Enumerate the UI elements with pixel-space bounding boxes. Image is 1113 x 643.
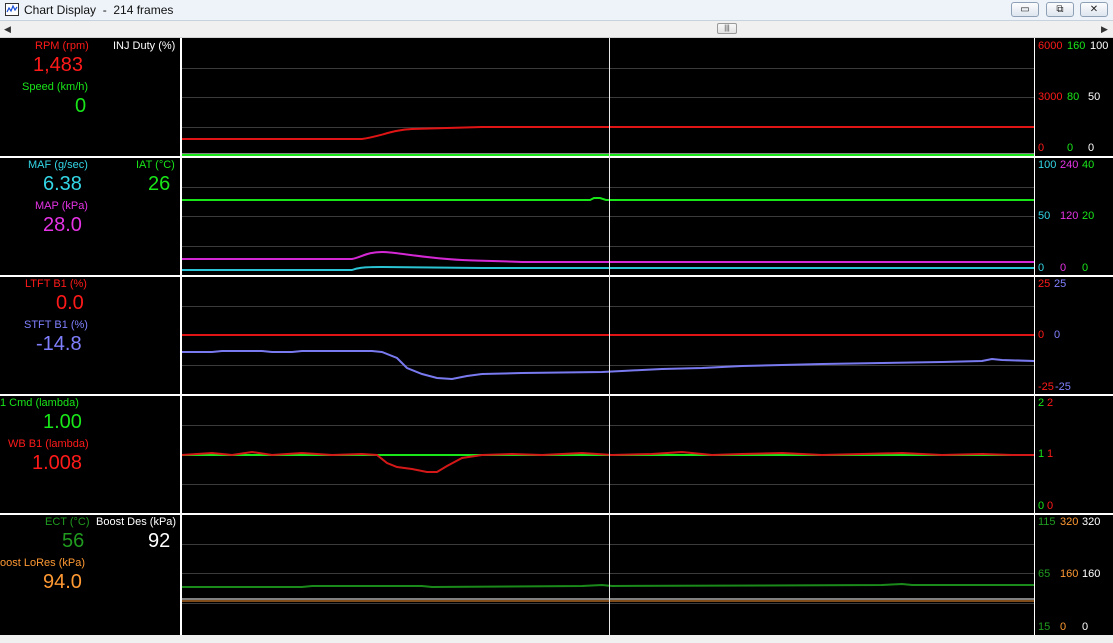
axis-inj-top: 100 <box>1090 40 1109 52</box>
axis-boost-lores-mid: 160 <box>1060 568 1079 580</box>
axis-iat-mid: 20 <box>1082 210 1095 222</box>
axis-map-top: 240 <box>1060 159 1079 171</box>
ect-label: ECT (°C) <box>45 516 90 528</box>
bottom-border <box>0 635 1113 643</box>
window-title: Chart Display - 214 frames <box>24 3 174 17</box>
axis-boost-lores-bottom: 0 <box>1060 621 1067 633</box>
axis-stft-bottom: -25 <box>1055 381 1071 393</box>
axis-ect-bottom: 15 <box>1038 621 1051 633</box>
boost-lores-label: oost LoRes (kPa) <box>0 557 85 569</box>
speed-value: 0 <box>75 95 87 117</box>
rpm-trace <box>182 126 1034 140</box>
axis-maf-mid: 50 <box>1038 210 1051 222</box>
ltft-value: 0.0 <box>56 292 84 314</box>
chart-app-icon <box>5 3 19 16</box>
rpm-label: RPM (rpm) <box>35 40 89 52</box>
minimize-button[interactable]: ▭ <box>1011 2 1039 17</box>
boost-lores-value: 94.0 <box>43 571 82 593</box>
ltft-label: LTFT B1 (%) <box>25 278 87 290</box>
stft-value: -14.8 <box>36 333 82 355</box>
axis-wb-mid: 1 <box>1047 448 1054 460</box>
axis-speed-bottom: 0 <box>1067 142 1074 154</box>
scroll-left-icon[interactable]: ◀ <box>4 24 11 35</box>
axis-map-bottom: 0 <box>1060 262 1067 274</box>
restore-button[interactable]: ⧉ <box>1046 2 1074 17</box>
iat-trace <box>182 197 1034 201</box>
scroll-thumb[interactable]: ||| <box>717 23 737 34</box>
axis-rpm-top: 6000 <box>1038 40 1063 52</box>
axis-wb-top: 2 <box>1047 397 1054 409</box>
stft-trace <box>182 350 1034 381</box>
label-column-divider <box>180 38 182 635</box>
axis-wb-bottom: 0 <box>1047 500 1054 512</box>
wb-b1-label: WB B1 (lambda) <box>8 438 89 450</box>
axis-inj-mid: 50 <box>1088 91 1101 103</box>
map-value: 28.0 <box>43 214 82 236</box>
maf-value: 6.38 <box>43 173 82 195</box>
axis-boost-des-mid: 160 <box>1082 568 1101 580</box>
panel-separator <box>0 156 1113 158</box>
map-trace <box>182 250 1034 263</box>
grip-icon: ||| <box>724 25 730 32</box>
horizontal-scrollbar[interactable]: ◀ ||| ▶ <box>0 21 1113 38</box>
axis-speed-mid: 80 <box>1067 91 1080 103</box>
axis-ltft-bottom: -25 <box>1038 381 1054 393</box>
scroll-right-icon[interactable]: ▶ <box>1101 24 1108 35</box>
axis-maf-top: 100 <box>1038 159 1057 171</box>
minimize-icon: ▭ <box>1020 4 1030 15</box>
title-bar: Chart Display - 214 frames ▭ ⧉ ✕ <box>0 0 1113 21</box>
axis-stft-top: 25 <box>1054 278 1067 290</box>
lambda-cmd-value: 1.00 <box>43 411 82 433</box>
close-button[interactable]: ✕ <box>1080 2 1108 17</box>
axis-map-mid: 120 <box>1060 210 1079 222</box>
axis-lambda-cmd-mid: 1 <box>1038 448 1045 460</box>
axis-rpm-mid: 3000 <box>1038 91 1063 103</box>
ect-trace <box>182 582 1034 589</box>
axis-boost-lores-top: 320 <box>1060 516 1079 528</box>
speed-label: Speed (km/h) <box>22 81 89 93</box>
stft-label: STFT B1 (%) <box>24 319 88 331</box>
iat-value: 26 <box>148 173 171 195</box>
iat-label: IAT (°C) <box>136 159 175 171</box>
plot-traces <box>182 126 1034 602</box>
wb-b1-value: 1.008 <box>32 452 83 474</box>
map-label: MAP (kPa) <box>35 200 88 212</box>
panel-separator <box>0 275 1113 277</box>
panel-separator <box>0 394 1113 396</box>
lambda-cmd-label: 1 Cmd (lambda) <box>0 397 79 409</box>
axis-boost-des-bottom: 0 <box>1082 621 1089 633</box>
time-cursor[interactable] <box>609 38 610 635</box>
inj-duty-label: INJ Duty (%) <box>113 40 176 52</box>
axis-ltft-top: 25 <box>1038 278 1051 290</box>
ect-value: 56 <box>62 530 85 552</box>
axis-ect-top: 115 <box>1038 516 1056 528</box>
axis-maf-bottom: 0 <box>1038 262 1045 274</box>
axis-ect-mid: 65 <box>1038 568 1051 580</box>
maf-trace <box>182 265 1034 271</box>
axis-boost-des-top: 320 <box>1082 516 1101 528</box>
axis-lambda-cmd-bottom: 0 <box>1038 500 1045 512</box>
axis-iat-bottom: 0 <box>1082 262 1089 274</box>
axis-ltft-mid: 0 <box>1038 329 1045 341</box>
boost-des-label: Boost Des (kPa) <box>96 516 177 528</box>
axis-speed-top: 160 <box>1067 40 1086 52</box>
close-icon: ✕ <box>1089 4 1099 15</box>
axis-stft-mid: 0 <box>1054 329 1061 341</box>
boost-des-value: 92 <box>148 530 171 552</box>
chart-area[interactable]: RPM (rpm) 1,483 INJ Duty (%) Speed (km/h… <box>0 38 1113 635</box>
rpm-value: 1,483 <box>33 54 84 76</box>
axis-inj-bottom: 0 <box>1088 142 1095 154</box>
axis-rpm-bottom: 0 <box>1038 142 1045 154</box>
axis-iat-top: 40 <box>1082 159 1095 171</box>
restore-icon: ⧉ <box>1056 4 1064 15</box>
maf-label: MAF (g/sec) <box>28 159 88 171</box>
axis-column-divider <box>1034 38 1035 635</box>
panel-separator <box>0 513 1113 515</box>
axis-lambda-cmd-top: 2 <box>1038 397 1045 409</box>
